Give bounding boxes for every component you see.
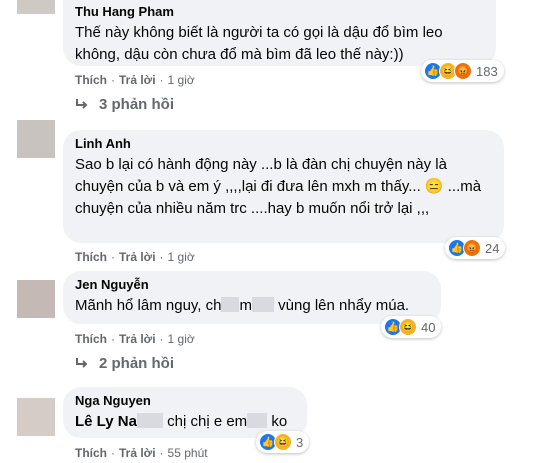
reaction-summary[interactable]: 👍 😡 24 (445, 237, 506, 259)
reaction-summary[interactable]: 👍 😆 40 (381, 316, 442, 338)
comment-text-part: ko (267, 413, 288, 430)
haha-reaction-icon: 😆 (399, 318, 417, 336)
mention-tag[interactable]: Lê Ly Na (75, 413, 137, 430)
comment-author[interactable]: Linh Anh (75, 136, 492, 152)
reply-arrow-icon (76, 357, 88, 368)
reaction-count: 24 (485, 240, 500, 256)
comment-text-part: chị chị e em (162, 413, 248, 430)
reaction-count: 40 (421, 319, 436, 335)
comment-time[interactable]: 1 giờ (168, 73, 195, 87)
like-link[interactable]: Thích (75, 446, 107, 460)
reply-link[interactable]: Trả lời (119, 332, 156, 346)
comment-author[interactable]: Thu Hang Pham (75, 4, 484, 20)
angry-reaction-icon: 😡 (454, 62, 472, 80)
like-link[interactable]: Thích (75, 250, 107, 264)
reply-link[interactable]: Trả lời (119, 73, 156, 87)
redaction-box (136, 413, 163, 428)
comment-time[interactable]: 1 giờ (168, 332, 195, 346)
comment-bubble: Jen Nguyễn Mãnh hổ lâm nguy, ch m vùng lê… (63, 271, 441, 324)
comment-actions: Thích · Trả lời · 1 giờ (75, 332, 195, 346)
avatar[interactable] (17, 280, 55, 318)
reaction-summary[interactable]: 👍 😆 3 (256, 431, 310, 453)
avatar[interactable] (17, 398, 55, 436)
reply-link[interactable]: Trả lời (119, 250, 156, 264)
reaction-count: 183 (476, 63, 498, 79)
like-link[interactable]: Thích (75, 332, 107, 346)
avatar[interactable] (17, 0, 55, 14)
redaction-box (221, 297, 240, 312)
comment-actions: Thích · Trả lời · 55 phút (75, 446, 208, 460)
comment-actions: Thích · Trả lời · 1 giờ (75, 73, 195, 87)
reply-arrow-icon (76, 98, 88, 109)
reply-link[interactable]: Trả lời (119, 446, 156, 460)
comment-text-part: m (239, 297, 252, 314)
comment-author[interactable]: Jen Nguyễn (75, 277, 429, 293)
redaction-box (251, 297, 274, 312)
avatar[interactable] (17, 120, 55, 158)
haha-reaction-icon: 😆 (274, 433, 292, 451)
comment-author[interactable]: Nga Nguyen (75, 393, 295, 409)
angry-reaction-icon: 😡 (463, 239, 481, 257)
reaction-count: 3 (296, 434, 304, 450)
comment-bubble: Linh Anh Sao b lại có hành động này ...b… (63, 130, 504, 243)
comment-text-part: vùng lên nhẩy múa. (273, 297, 410, 314)
comment-actions: Thích · Trả lời · 1 giờ (75, 250, 195, 264)
comment-text: Sao b lại có hành động này ...b là đàn c… (75, 156, 486, 217)
redaction-box (247, 413, 268, 428)
like-link[interactable]: Thích (75, 73, 107, 87)
comment-text: Mãnh hổ lâm nguy, ch m vùng lên nhẩy múa. (75, 295, 429, 317)
view-replies-link[interactable]: 2 phản hồi (75, 355, 174, 372)
comment-time[interactable]: 1 giờ (168, 250, 195, 264)
comment-bubble: Thu Hang Pham Thế này không biết là ngườ… (63, 0, 496, 66)
replies-label: 3 phản hồi (99, 96, 174, 113)
comment-text: Thế này không biết là người ta có gọi là… (75, 24, 447, 63)
comment-text: Lê Ly Na chị chị e em ko (75, 411, 295, 433)
comment-text-part: Mãnh hổ lâm nguy, ch (75, 297, 222, 314)
replies-label: 2 phản hồi (99, 355, 174, 372)
reaction-summary[interactable]: 👍 😆 😡 183 (421, 60, 504, 82)
comment-time[interactable]: 55 phút (168, 446, 208, 460)
view-replies-link[interactable]: 3 phản hồi (75, 96, 174, 113)
